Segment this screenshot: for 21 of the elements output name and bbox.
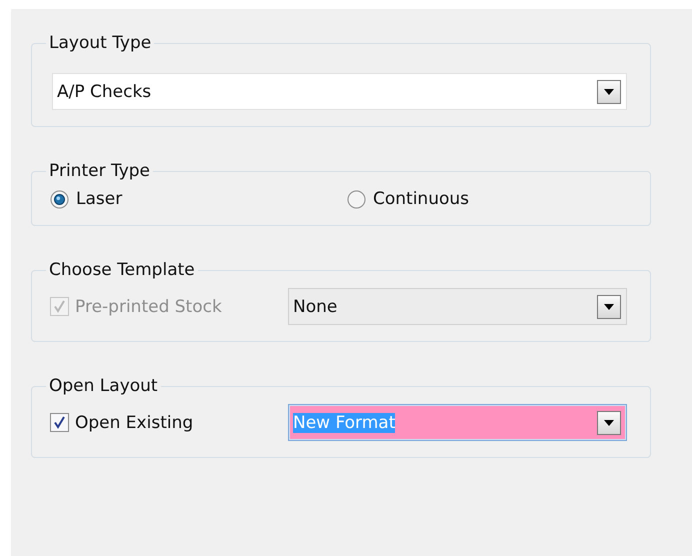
checkbox-label[interactable]: Open Existing (75, 412, 194, 432)
group-title: Open Layout (48, 376, 159, 396)
group-title: Printer Type (48, 161, 152, 181)
group-title: Layout Type (48, 33, 152, 53)
radio-label[interactable]: Laser (76, 189, 122, 209)
dropdown-value: None (293, 296, 338, 316)
dropdown[interactable]: A/P Checks (52, 73, 627, 110)
dropdown[interactable]: None (288, 288, 627, 325)
group-title: Choose Template (48, 260, 196, 280)
dropdown-button[interactable] (597, 294, 621, 318)
radio-button[interactable] (50, 190, 69, 208)
caret-icon (604, 88, 614, 94)
dropdown-button[interactable] (597, 80, 621, 104)
radio-button[interactable] (347, 190, 366, 208)
dropdown-value: A/P Checks (57, 82, 152, 102)
checkbox[interactable] (50, 413, 69, 432)
dropdown-button[interactable] (597, 410, 621, 434)
radio-label[interactable]: Continuous (373, 189, 470, 209)
caret-icon (604, 420, 614, 426)
caret-icon (604, 304, 614, 310)
dropdown-value: New Format (293, 412, 396, 432)
